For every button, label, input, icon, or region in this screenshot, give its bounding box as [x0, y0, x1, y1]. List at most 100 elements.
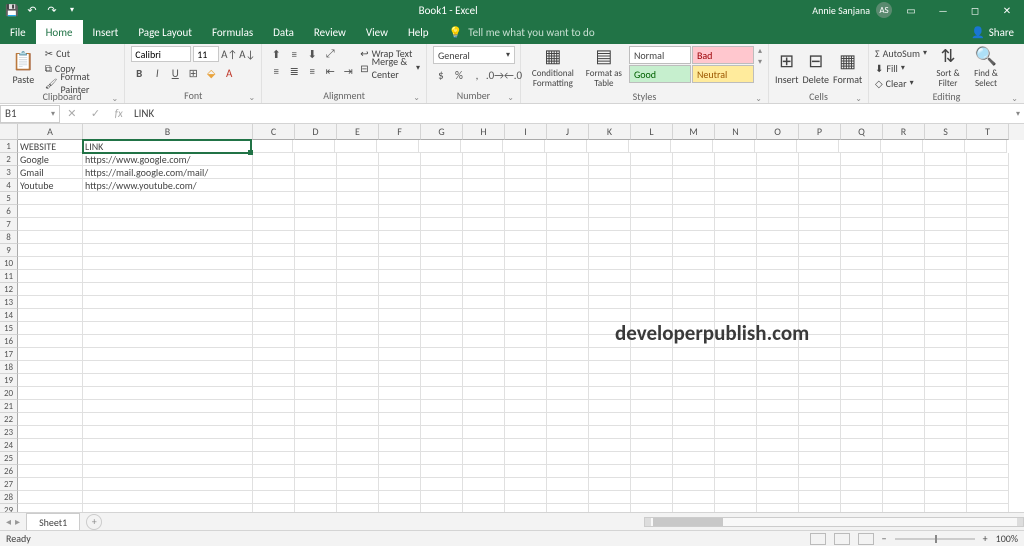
- row-header[interactable]: 15: [0, 322, 18, 335]
- cell-P23[interactable]: [799, 426, 841, 439]
- tell-me[interactable]: 💡 Tell me what you want to do: [439, 20, 605, 44]
- cell-A5[interactable]: [18, 192, 83, 205]
- cell-K3[interactable]: [589, 166, 631, 179]
- font-color-button[interactable]: A: [221, 65, 237, 81]
- cell-E18[interactable]: [337, 361, 379, 374]
- cell-O24[interactable]: [757, 439, 799, 452]
- cell-S19[interactable]: [925, 374, 967, 387]
- cell-A16[interactable]: [18, 335, 83, 348]
- cell-E1[interactable]: [335, 140, 377, 153]
- cell-N16[interactable]: [715, 335, 757, 348]
- cell-Q12[interactable]: [841, 283, 883, 296]
- decrease-font-icon[interactable]: A↓: [239, 46, 255, 62]
- maximize-button[interactable]: ◻: [962, 0, 988, 20]
- select-all-corner[interactable]: [0, 124, 18, 140]
- cell-L3[interactable]: [631, 166, 673, 179]
- view-normal-icon[interactable]: [810, 533, 826, 545]
- cell-T19[interactable]: [967, 374, 1009, 387]
- cell-I17[interactable]: [505, 348, 547, 361]
- formula-input[interactable]: LINK: [130, 107, 1012, 120]
- cell-K10[interactable]: [589, 257, 631, 270]
- row-header[interactable]: 14: [0, 309, 18, 322]
- cell-D2[interactable]: [295, 153, 337, 166]
- cell-H12[interactable]: [463, 283, 505, 296]
- cell-B12[interactable]: [83, 283, 253, 296]
- cell-M26[interactable]: [673, 465, 715, 478]
- cell-M6[interactable]: [673, 205, 715, 218]
- cell-F5[interactable]: [379, 192, 421, 205]
- align-middle-icon[interactable]: ≡: [286, 46, 302, 62]
- cell-L18[interactable]: [631, 361, 673, 374]
- cell-T25[interactable]: [967, 452, 1009, 465]
- cell-Q27[interactable]: [841, 478, 883, 491]
- clear-button[interactable]: ◇Clear▾: [875, 76, 927, 90]
- cell-T15[interactable]: [967, 322, 1009, 335]
- cell-C24[interactable]: [253, 439, 295, 452]
- cell-N2[interactable]: [715, 153, 757, 166]
- tab-insert[interactable]: Insert: [83, 20, 129, 44]
- cell-T1[interactable]: [965, 140, 1007, 153]
- cell-M27[interactable]: [673, 478, 715, 491]
- column-header-A[interactable]: A: [18, 124, 83, 140]
- cell-J28[interactable]: [547, 491, 589, 504]
- cell-O20[interactable]: [757, 387, 799, 400]
- scroll-thumb[interactable]: [653, 518, 723, 526]
- underline-button[interactable]: U: [167, 65, 183, 81]
- cell-G11[interactable]: [421, 270, 463, 283]
- cell-Q16[interactable]: [841, 335, 883, 348]
- cell-I25[interactable]: [505, 452, 547, 465]
- cell-S12[interactable]: [925, 283, 967, 296]
- cell-B8[interactable]: [83, 231, 253, 244]
- cell-E2[interactable]: [337, 153, 379, 166]
- cell-O14[interactable]: [757, 309, 799, 322]
- cell-P24[interactable]: [799, 439, 841, 452]
- row-header[interactable]: 25: [0, 452, 18, 465]
- cell-T17[interactable]: [967, 348, 1009, 361]
- cancel-icon[interactable]: ✕: [67, 107, 76, 120]
- cell-J26[interactable]: [547, 465, 589, 478]
- cell-I10[interactable]: [505, 257, 547, 270]
- cell-B4[interactable]: https://www.youtube.com/: [83, 179, 253, 192]
- cell-G2[interactable]: [421, 153, 463, 166]
- cell-C20[interactable]: [253, 387, 295, 400]
- cell-K4[interactable]: [589, 179, 631, 192]
- fill-button[interactable]: ⬇Fill▾: [875, 61, 927, 75]
- cell-F13[interactable]: [379, 296, 421, 309]
- cell-F3[interactable]: [379, 166, 421, 179]
- row-header[interactable]: 20: [0, 387, 18, 400]
- cell-I20[interactable]: [505, 387, 547, 400]
- enter-icon[interactable]: ✓: [91, 107, 100, 120]
- cell-J24[interactable]: [547, 439, 589, 452]
- cell-O23[interactable]: [757, 426, 799, 439]
- cell-N23[interactable]: [715, 426, 757, 439]
- cell-Q5[interactable]: [841, 192, 883, 205]
- cell-J27[interactable]: [547, 478, 589, 491]
- cell-S16[interactable]: [925, 335, 967, 348]
- cell-B25[interactable]: [83, 452, 253, 465]
- cell-L19[interactable]: [631, 374, 673, 387]
- cell-M5[interactable]: [673, 192, 715, 205]
- increase-decimal-icon[interactable]: .0→: [487, 67, 503, 83]
- column-header-G[interactable]: G: [421, 124, 463, 140]
- cell-I12[interactable]: [505, 283, 547, 296]
- cell-P8[interactable]: [799, 231, 841, 244]
- cell-G26[interactable]: [421, 465, 463, 478]
- format-cells-button[interactable]: ▦Format: [833, 46, 862, 90]
- bold-button[interactable]: B: [131, 65, 147, 81]
- cell-A26[interactable]: [18, 465, 83, 478]
- cell-I9[interactable]: [505, 244, 547, 257]
- cell-T9[interactable]: [967, 244, 1009, 257]
- cell-N13[interactable]: [715, 296, 757, 309]
- cell-O27[interactable]: [757, 478, 799, 491]
- cell-T3[interactable]: [967, 166, 1009, 179]
- cell-J8[interactable]: [547, 231, 589, 244]
- cell-L26[interactable]: [631, 465, 673, 478]
- tab-view[interactable]: View: [356, 20, 398, 44]
- cell-B20[interactable]: [83, 387, 253, 400]
- cell-M4[interactable]: [673, 179, 715, 192]
- style-good[interactable]: Good: [629, 65, 691, 83]
- cell-D1[interactable]: [293, 140, 335, 153]
- user-name[interactable]: Annie Sanjana: [812, 4, 870, 17]
- cell-Q8[interactable]: [841, 231, 883, 244]
- cell-A15[interactable]: [18, 322, 83, 335]
